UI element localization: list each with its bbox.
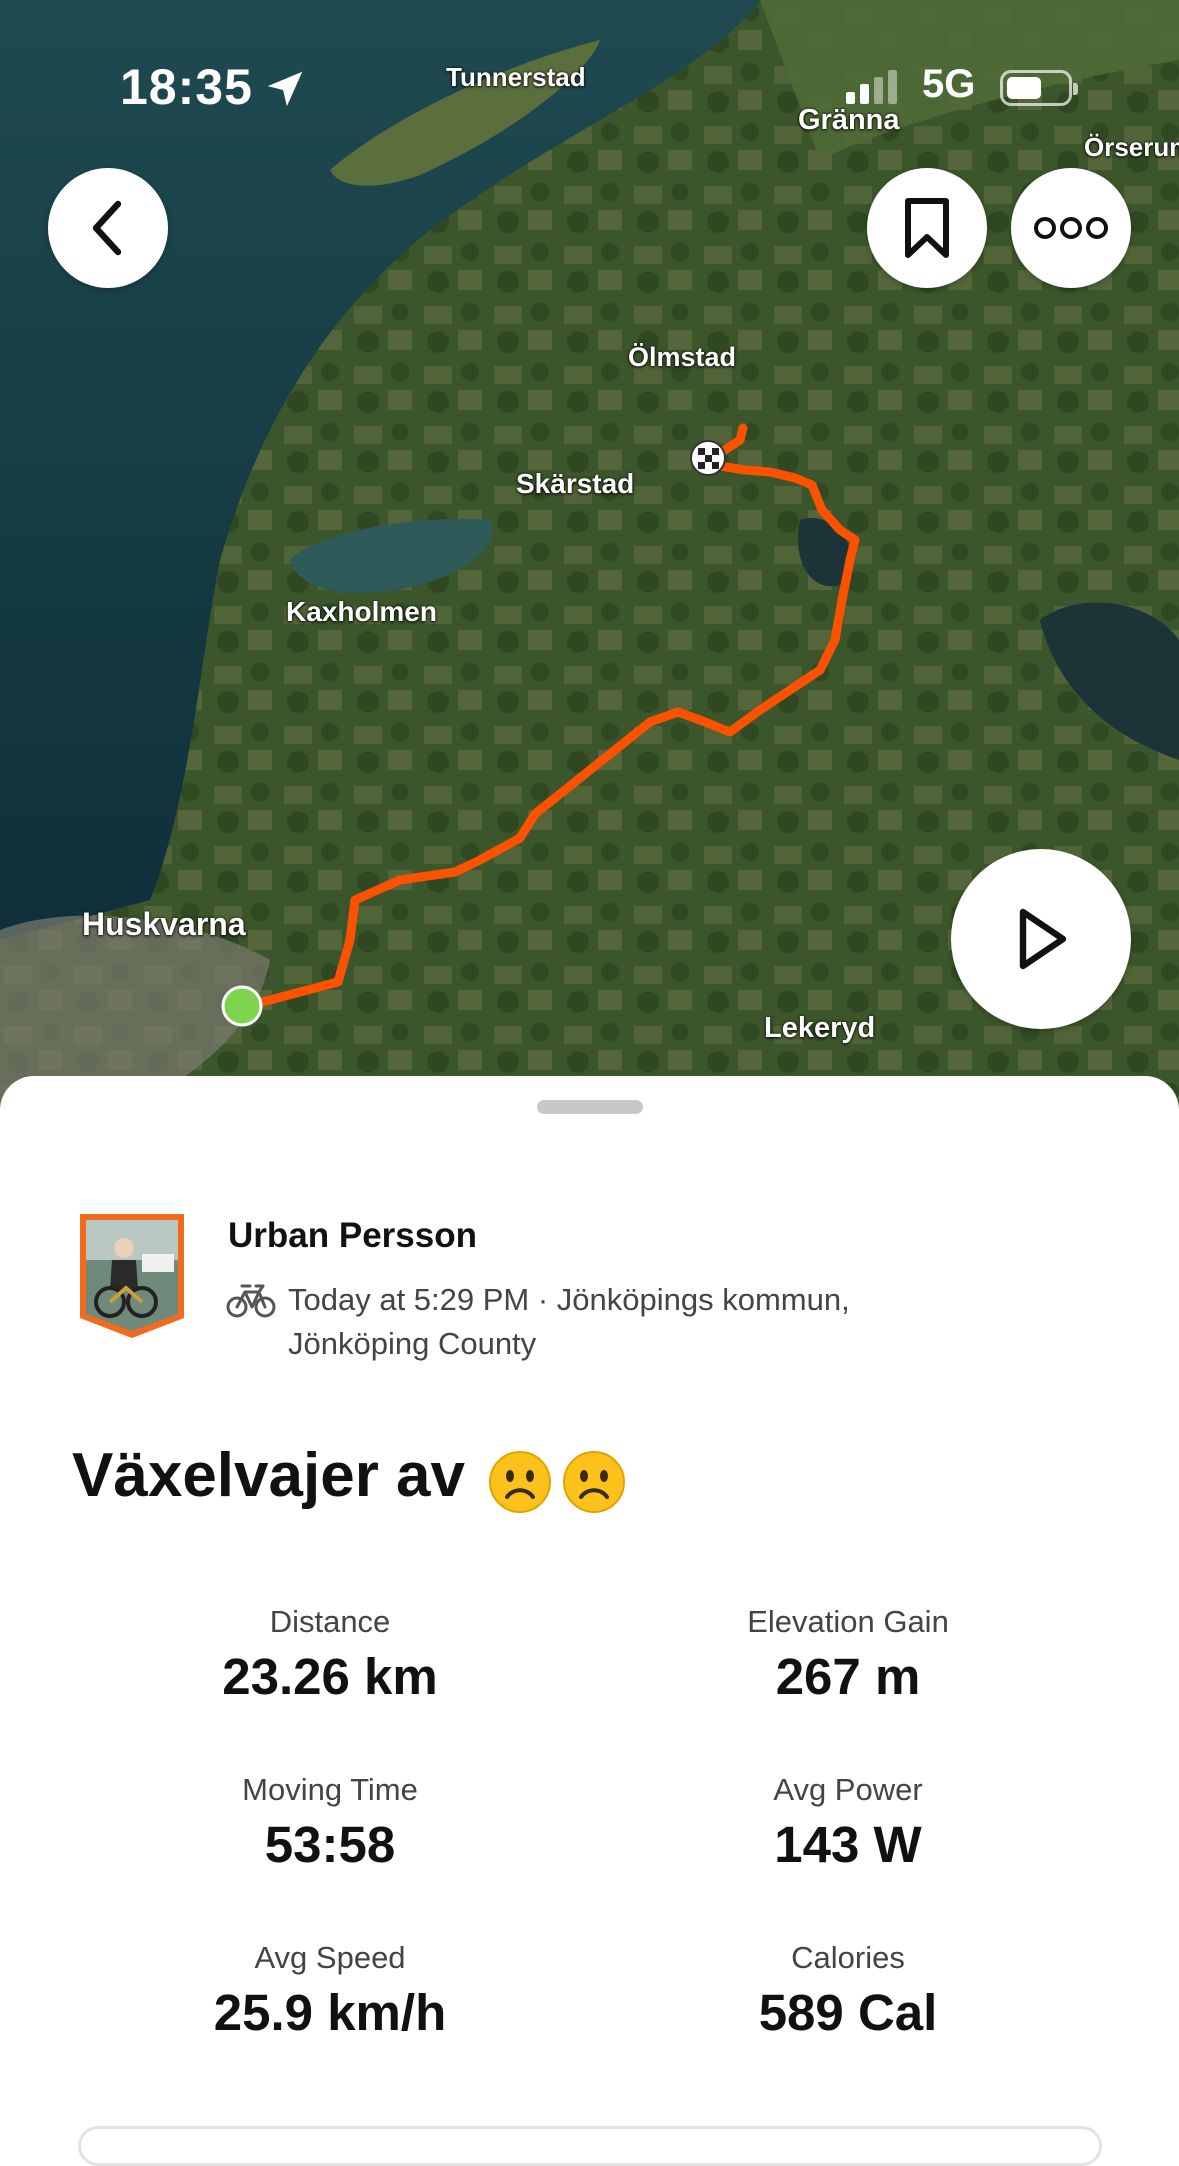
network-type: 5G [922, 62, 976, 106]
play-icon [1019, 908, 1067, 970]
stat-value: 53:58 [264, 1816, 396, 1873]
stat-elevation-gain: Elevation Gain 267 m [628, 1602, 1068, 1708]
bookmark-icon [905, 198, 949, 258]
frowning-face-emoji-icon [489, 1451, 551, 1513]
battery-icon [1000, 70, 1078, 106]
activity-meta: Today at 5:29 PM · Jönköpings kommun, Jö… [288, 1278, 850, 1366]
activity-title: Växelvajer av [72, 1441, 466, 1510]
stat-calories: Calories 589 Cal [628, 1938, 1068, 2044]
next-card-edge[interactable] [78, 2126, 1102, 2166]
chevron-left-icon [92, 200, 122, 256]
map-label-olmstad: Ölmstad [628, 342, 737, 372]
activity-date-location: Today at 5:29 PM · Jönköpings kommun, [288, 1282, 850, 1317]
map-label-huskvarna: Huskvarna [82, 906, 246, 942]
status-bar: 18:35 5G [0, 58, 1179, 118]
more-button[interactable] [1011, 168, 1131, 288]
stat-distance: Distance 23.26 km [110, 1602, 550, 1708]
stat-value: 143 W [774, 1816, 922, 1873]
avatar[interactable] [76, 1210, 188, 1340]
activity-sheet: Urban Persson Today at 5:29 PM · Jönköpi… [0, 1076, 1179, 2143]
stat-label: Distance [269, 1604, 391, 1639]
stat-label: Avg Speed [254, 1940, 406, 1975]
location-arrow-icon [267, 71, 303, 107]
athlete-name[interactable]: Urban Persson [228, 1216, 477, 1256]
stat-label: Elevation Gain [747, 1604, 949, 1639]
stat-value: 25.9 km/h [213, 1984, 447, 2041]
bookmark-button[interactable] [867, 168, 987, 288]
stat-value: 589 Cal [758, 1984, 938, 2041]
play-flyover-button[interactable] [951, 849, 1131, 1029]
map-label-orserum: Örserum [1084, 132, 1179, 162]
stat-label: Calories [791, 1940, 905, 1975]
map-label-skarstad: Skärstad [516, 468, 635, 499]
activity-region: Jönköping County [288, 1326, 537, 1361]
sheet-handle[interactable] [537, 1100, 643, 1114]
stat-value: 23.26 km [222, 1648, 438, 1705]
map-label-lekeryd: Lekeryd [764, 1012, 876, 1044]
stat-avg-speed: Avg Speed 25.9 km/h [110, 1938, 550, 2044]
stat-avg-power: Avg Power 143 W [628, 1770, 1068, 1876]
status-time: 18:35 [120, 59, 253, 115]
signal-icon [846, 70, 897, 104]
more-icon [1034, 217, 1108, 239]
map-label-kaxholmen: Kaxholmen [286, 596, 437, 627]
stat-label: Avg Power [773, 1772, 923, 1807]
back-button[interactable] [48, 168, 168, 288]
bike-icon [226, 1284, 276, 1318]
stat-moving-time: Moving Time 53:58 [110, 1770, 550, 1876]
frowning-face-emoji-icon [563, 1451, 625, 1513]
stat-label: Moving Time [242, 1772, 418, 1807]
stat-value: 267 m [775, 1648, 921, 1705]
